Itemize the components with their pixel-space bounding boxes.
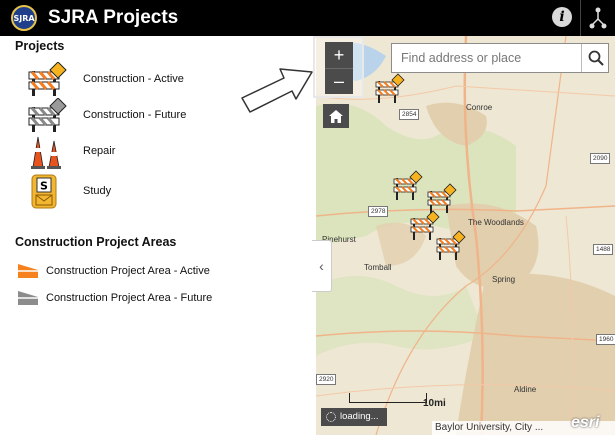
area-future-icon	[18, 291, 38, 305]
loading-spinner-icon	[326, 412, 336, 422]
legend-item-area-active: Construction Project Area - Active	[16, 262, 306, 282]
legend-label: Construction - Future	[83, 109, 187, 121]
legend-item-area-future: Construction Project Area - Future	[16, 289, 306, 309]
map-label: Conroe	[466, 103, 493, 112]
loading-text: loading...	[340, 411, 379, 422]
home-button[interactable]	[323, 104, 349, 128]
highway-shield: 2854	[399, 109, 420, 120]
project-marker-construction-active[interactable]	[393, 170, 423, 202]
share-icon[interactable]	[580, 0, 615, 36]
area-active-icon	[18, 264, 38, 278]
collapse-panel-button[interactable]: ‹	[312, 240, 332, 292]
chevron-left-icon: ‹	[319, 258, 324, 274]
sjra-logo: SJRA	[11, 5, 37, 31]
map-label: Aldine	[514, 385, 537, 394]
traffic-cones-icon	[31, 136, 61, 169]
search-button[interactable]	[581, 44, 609, 72]
home-icon	[329, 109, 343, 123]
construction-active-icon	[28, 62, 67, 96]
project-marker-construction-active[interactable]	[375, 73, 405, 105]
legend-label: Construction - Active	[83, 73, 184, 85]
construction-future-icon	[28, 98, 67, 132]
map-label: Spring	[492, 275, 516, 284]
legend-label: Construction Project Area - Future	[46, 292, 213, 304]
pointer-arrow-annotation	[241, 68, 313, 113]
legend-label: Repair	[83, 145, 116, 157]
svg-text:S: S	[40, 180, 48, 193]
zoom-in-button[interactable]: +	[325, 42, 353, 68]
study-envelope-icon: S	[31, 174, 57, 209]
legend-item-repair: Repair	[28, 134, 308, 170]
project-marker-construction-active[interactable]	[436, 230, 466, 262]
app-title: SJRA Projects	[48, 7, 179, 28]
highway-shield: 2920	[316, 374, 337, 385]
scale-bar	[349, 393, 427, 403]
highway-shield: 2978	[368, 206, 389, 217]
loading-indicator: loading...	[321, 408, 387, 426]
map-label: Tomball	[364, 263, 392, 272]
legend-item-study: S Study	[28, 174, 308, 210]
highway-shield: 1488	[593, 244, 614, 255]
areas-heading: Construction Project Areas	[15, 235, 177, 249]
projects-heading: Projects	[15, 39, 65, 53]
search-input[interactable]	[392, 44, 580, 72]
highway-shield: 1960	[596, 334, 615, 345]
search-icon	[588, 50, 604, 66]
legend-label: Construction Project Area - Active	[46, 265, 210, 277]
info-icon[interactable]: i	[552, 7, 572, 27]
legend-label: Study	[83, 185, 112, 197]
scale-label: 10mi	[423, 398, 446, 409]
map-label: The Woodlands	[468, 218, 524, 227]
zoom-controls: + –	[313, 36, 364, 98]
zoom-out-button[interactable]: –	[325, 68, 353, 94]
highway-shield: 2090	[590, 153, 611, 164]
esri-logo: esri	[571, 414, 600, 431]
search-widget	[391, 43, 609, 73]
app-header: SJRA SJRA Projects i	[0, 0, 615, 36]
